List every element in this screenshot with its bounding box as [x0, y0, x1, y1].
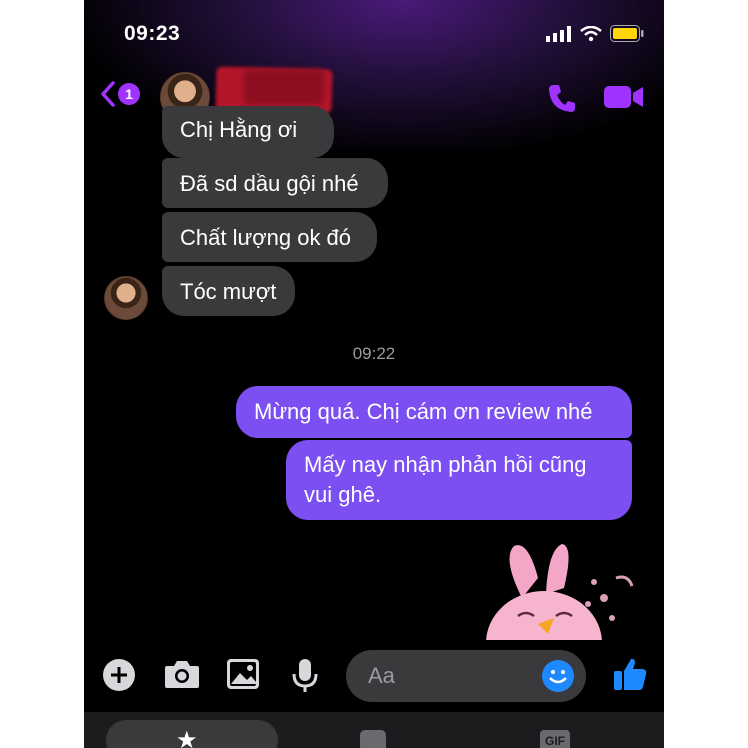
microphone-icon[interactable] [290, 658, 320, 694]
sticker-tray-tabs: ★ GIF [84, 712, 664, 748]
status-icons [546, 25, 644, 42]
status-time: 09:23 [124, 22, 181, 45]
sender-avatar[interactable] [104, 276, 148, 320]
star-icon: ★ [176, 727, 198, 748]
chevron-left-icon [101, 81, 115, 107]
message-timestamp: 09:22 [352, 344, 396, 363]
camera-icon[interactable] [164, 658, 200, 690]
incoming-message-bubble[interactable]: Tóc mượt [162, 266, 295, 316]
gallery-icon[interactable] [226, 658, 260, 690]
incoming-message-bubble[interactable]: Chị Hằng ơi [162, 106, 334, 158]
wifi-icon [580, 25, 602, 41]
video-call-icon[interactable] [604, 84, 644, 110]
incoming-message-bubble[interactable]: Đã sd dầu gội nhé [162, 158, 388, 208]
status-bar: 09:23 [84, 0, 664, 60]
message-input[interactable]: Aa [346, 650, 586, 702]
emoji-icon[interactable] [542, 660, 574, 692]
phone-screen: 09:23 1 Chị Hằng ơi Đã sd dầu gội nhé Ch… [84, 0, 664, 748]
tab-stickers[interactable] [360, 730, 386, 748]
outgoing-message-bubble[interactable]: Mấy nay nhận phản hồi cũng vui ghê. [286, 440, 632, 520]
back-button[interactable]: 1 [100, 80, 140, 108]
thumbs-up-icon[interactable] [612, 656, 648, 692]
tab-gif[interactable]: GIF [540, 730, 570, 748]
message-input-placeholder: Aa [368, 663, 395, 688]
unread-badge: 1 [118, 83, 140, 105]
pink-bird-sticker[interactable] [482, 538, 642, 648]
battery-icon [610, 25, 644, 42]
plus-circle-icon[interactable] [102, 658, 136, 692]
phone-call-icon[interactable] [546, 82, 578, 114]
redacted-contact-name-overlay [244, 70, 324, 104]
incoming-message-bubble[interactable]: Chất lượng ok đó [162, 212, 377, 262]
outgoing-message-bubble[interactable]: Mừng quá. Chị cám ơn review nhé [236, 386, 632, 438]
signal-icon [546, 25, 571, 42]
message-composer: Aa [84, 640, 664, 712]
